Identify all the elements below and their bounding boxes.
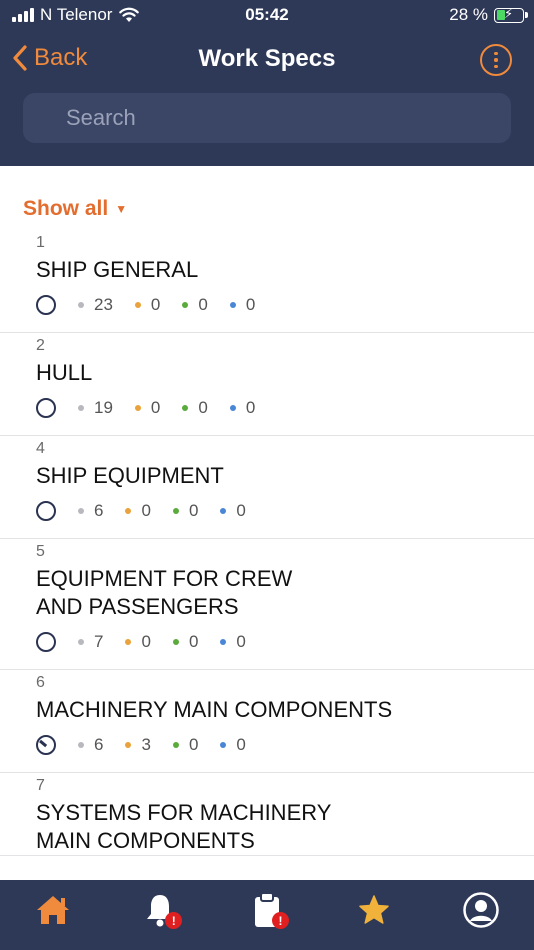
search-input[interactable] (23, 93, 511, 143)
spec-number: 5 (36, 543, 45, 560)
spec-list: 1 SHIP GENERAL 23 0 0 0 2 HULL 19 0 0 0 … (0, 230, 534, 856)
stat-gray-count: 6 (94, 501, 104, 520)
notification-badge: ! (165, 912, 183, 929)
spec-item[interactable]: 4 SHIP EQUIPMENT 6 0 0 0 (0, 436, 534, 539)
navigation-bar: Back Work Specs (0, 30, 534, 166)
spec-title: SHIP GENERAL (36, 257, 199, 282)
spec-title: SYSTEMS FOR MACHINERY MAIN COMPONENTS (36, 800, 332, 853)
spec-item[interactable]: 2 HULL 19 0 0 0 (0, 333, 534, 436)
spec-item[interactable]: 6 MACHINERY MAIN COMPONENTS 6 3 0 0 (0, 670, 534, 773)
stat-orange-count: 0 (150, 398, 161, 417)
star-icon (359, 895, 389, 924)
stat-orange: 0 (125, 632, 151, 652)
battery-percent: 28 % (449, 5, 488, 24)
spec-stats: 6 0 0 0 (36, 495, 534, 527)
search-bar[interactable] (23, 93, 511, 143)
spec-item[interactable]: 1 SHIP GENERAL 23 0 0 0 (0, 230, 534, 333)
stat-orange-count: 0 (150, 295, 161, 314)
stat-green: 0 (182, 295, 208, 315)
spec-stats: 7 0 0 0 (36, 626, 534, 658)
status-bar: N Telenor 05:42 28 % ⚡ (0, 0, 534, 30)
stat-orange-count: 0 (141, 632, 151, 651)
tab-profile[interactable] (451, 885, 511, 935)
spec-title: SHIP EQUIPMENT (36, 463, 224, 488)
stat-orange: 0 (134, 295, 161, 315)
stat-blue: 0 (220, 501, 246, 521)
stat-green-count: 0 (188, 632, 199, 651)
stat-blue-count: 0 (236, 501, 246, 520)
tab-bar: ! ! (0, 880, 534, 950)
stat-gray: 6 (78, 501, 103, 521)
stat-blue-count: 0 (245, 398, 256, 417)
home-icon (37, 896, 70, 924)
stat-orange: 0 (134, 398, 161, 418)
profile-icon (462, 892, 499, 928)
caret-down-icon: ▼ (115, 202, 128, 216)
progress-ring-icon (36, 295, 56, 315)
stat-blue-count: 0 (245, 295, 256, 314)
stat-blue: 0 (229, 295, 256, 315)
show-all-filter[interactable]: Show all ▼ (23, 197, 127, 221)
stat-green: 0 (172, 632, 199, 652)
stat-blue: 0 (220, 735, 246, 755)
spec-item[interactable]: 7 SYSTEMS FOR MACHINERY MAIN COMPONENTS (0, 773, 534, 856)
task-badge: ! (271, 912, 289, 929)
spec-list-container[interactable]: Show all ▼ 1 SHIP GENERAL 23 0 0 0 2 HUL… (0, 166, 534, 880)
stat-gray: 7 (78, 632, 103, 652)
progress-ring-icon (36, 501, 56, 521)
tab-favorites[interactable] (344, 885, 404, 935)
stat-orange: 0 (125, 501, 151, 521)
spec-stats: 6 3 0 0 (36, 729, 534, 761)
stat-gray: 6 (78, 735, 103, 755)
tab-home[interactable] (23, 885, 83, 935)
stat-green-count: 0 (188, 501, 199, 520)
stat-gray: 23 (78, 295, 113, 315)
stat-blue-count: 0 (236, 632, 246, 651)
spec-number: 4 (36, 440, 45, 457)
stat-gray-count: 23 (94, 295, 113, 314)
page-title: Work Specs (198, 45, 336, 72)
stat-green: 0 (172, 501, 199, 521)
stat-green: 0 (172, 735, 199, 755)
filter-label: Show all (23, 197, 109, 220)
spec-title: MACHINERY MAIN COMPONENTS (36, 697, 393, 722)
spec-number: 7 (36, 777, 45, 794)
stat-gray-count: 6 (94, 735, 104, 754)
stat-blue: 0 (220, 632, 246, 652)
stat-gray-count: 7 (94, 632, 104, 651)
stat-green: 0 (182, 398, 208, 418)
tab-tasks[interactable]: ! (237, 885, 297, 935)
progress-ring-icon (36, 632, 56, 652)
stat-orange: 3 (125, 735, 151, 755)
spec-stats: 23 0 0 0 (36, 289, 534, 321)
stat-green-count: 0 (188, 735, 199, 754)
spec-number: 2 (36, 337, 45, 354)
progress-ring-icon (36, 398, 56, 418)
stat-green-count: 0 (198, 295, 208, 314)
partial-progress-ring-icon (36, 735, 56, 755)
stat-orange-count: 3 (141, 735, 151, 754)
stat-blue: 0 (229, 398, 256, 418)
tab-notifications[interactable]: ! (130, 885, 190, 935)
spec-stats: 19 0 0 0 (36, 392, 534, 424)
spec-number: 1 (36, 234, 45, 251)
spec-number: 6 (36, 674, 45, 691)
stat-gray-count: 19 (94, 398, 113, 417)
more-options-button[interactable] (480, 44, 512, 76)
battery-icon: ⚡ (494, 6, 528, 23)
stat-green-count: 0 (198, 398, 208, 417)
spec-title: HULL (36, 360, 93, 385)
stat-gray: 19 (78, 398, 113, 418)
spec-item[interactable]: 5 EQUIPMENT FOR CREW AND PASSENGERS 7 0 … (0, 539, 534, 670)
status-right: 28 % ⚡ (449, 5, 528, 25)
stat-blue-count: 0 (236, 735, 246, 754)
spec-title: EQUIPMENT FOR CREW AND PASSENGERS (36, 566, 293, 619)
stat-orange-count: 0 (141, 501, 151, 520)
